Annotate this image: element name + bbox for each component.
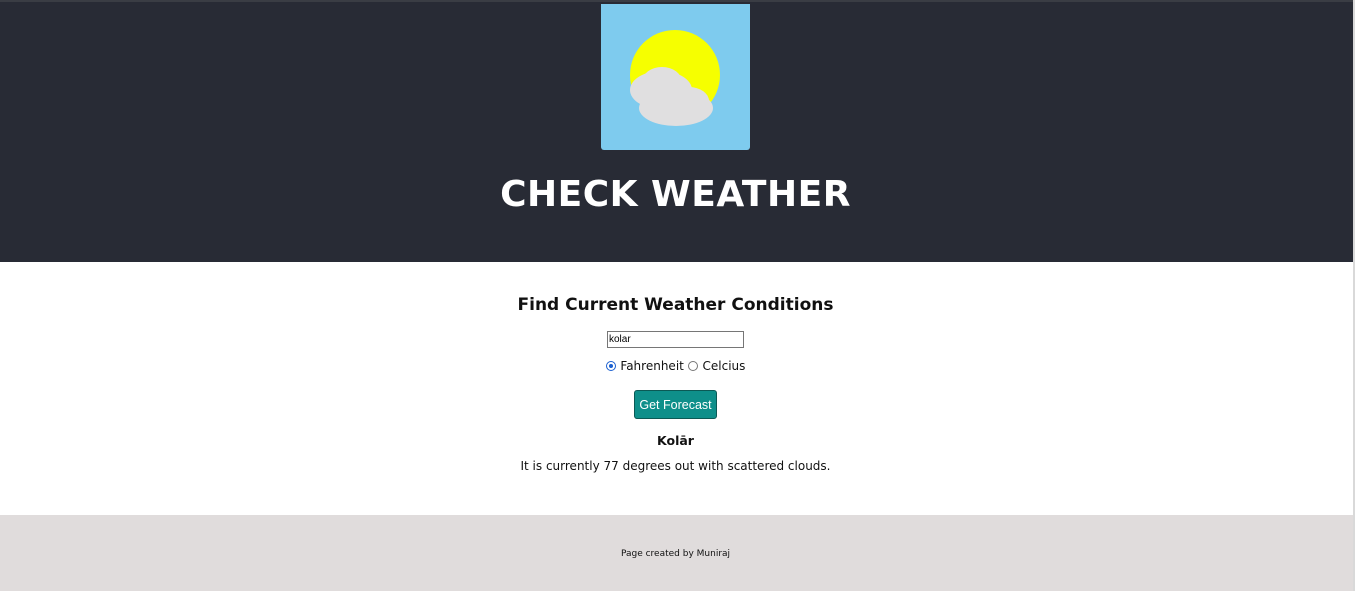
celcius-radio[interactable]	[687, 361, 698, 371]
result-city: Kolār	[657, 433, 694, 448]
fahrenheit-label[interactable]: Fahrenheit	[620, 359, 683, 373]
page-footer: Page created by Muniraj	[0, 515, 1353, 591]
result-conditions: It is currently 77 degrees out with scat…	[520, 459, 831, 473]
weather-logo	[601, 4, 750, 150]
city-input[interactable]	[607, 331, 744, 348]
weather-form-section: Find Current Weather Conditions Fahrenhe…	[0, 262, 1353, 515]
page-title: CHECK WEATHER	[500, 174, 851, 215]
footer-credit: Page created by Muniraj	[620, 549, 731, 559]
fahrenheit-radio[interactable]	[605, 361, 616, 371]
form-heading: Find Current Weather Conditions	[517, 295, 834, 315]
get-forecast-button[interactable]: Get Forecast	[634, 390, 717, 419]
sun-behind-cloud-icon	[630, 30, 720, 126]
celcius-label[interactable]: Celcius	[703, 359, 746, 373]
page-header: CHECK WEATHER	[0, 2, 1353, 262]
unit-selector: Fahrenheit Celcius	[0, 359, 1351, 373]
